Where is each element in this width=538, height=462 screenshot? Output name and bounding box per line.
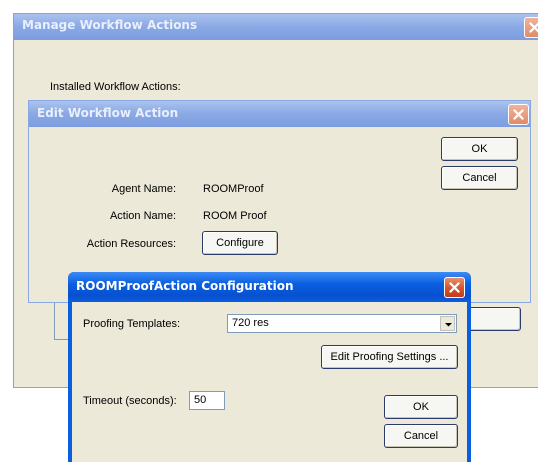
agent-name-value: ROOMProof	[203, 183, 264, 195]
action-name-value: ROOM Proof	[203, 210, 267, 222]
config-cancel-button[interactable]: Cancel	[384, 424, 458, 448]
configure-label: Configure	[216, 237, 264, 249]
manage-window-titlebar: Manage Workflow Actions	[14, 14, 538, 40]
edit-ok-button[interactable]: OK	[441, 137, 518, 161]
roomproof-config-window: ROOMProofAction Configuration Proofing T…	[68, 272, 471, 462]
config-cancel-label: Cancel	[403, 430, 439, 442]
timeout-input[interactable]: 50	[189, 391, 225, 410]
edit-cancel-button[interactable]: Cancel	[441, 166, 518, 190]
config-window-titlebar: ROOMProofAction Configuration	[68, 272, 471, 302]
edit-cancel-label: Cancel	[462, 172, 497, 184]
timeout-value: 50	[194, 394, 207, 406]
config-window-close-button[interactable]	[444, 277, 465, 298]
config-ok-button[interactable]: OK	[384, 395, 458, 419]
close-icon	[529, 22, 538, 33]
config-ok-label: OK	[413, 401, 429, 413]
installed-actions-label: Installed Workflow Actions:	[50, 81, 181, 93]
close-icon	[449, 282, 460, 293]
proofing-templates-value: 720 res	[232, 317, 269, 329]
close-icon	[513, 109, 524, 120]
manage-window-title: Manage Workflow Actions	[22, 18, 198, 32]
proofing-templates-select[interactable]: 720 res	[227, 314, 457, 333]
edit-window-close-button[interactable]	[508, 104, 529, 125]
edit-ok-label: OK	[471, 143, 488, 155]
config-window-body: Proofing Templates: 720 res Edit Proofin…	[72, 302, 467, 462]
edit-proofing-settings-label: Edit Proofing Settings ...	[330, 351, 449, 363]
action-name-label: Action Name:	[109, 210, 176, 222]
action-resources-label: Action Resources:	[86, 238, 176, 250]
proofing-templates-label: Proofing Templates:	[83, 318, 181, 330]
agent-name-label: Agent Name:	[111, 183, 176, 195]
configure-button[interactable]: Configure	[202, 231, 278, 255]
edit-window-title: Edit Workflow Action	[37, 106, 179, 120]
manage-window-close-button[interactable]	[524, 17, 538, 38]
edit-proofing-settings-button[interactable]: Edit Proofing Settings ...	[321, 345, 458, 369]
timeout-label: Timeout (seconds):	[83, 395, 177, 407]
edit-window-titlebar: Edit Workflow Action	[29, 101, 530, 127]
proofing-templates-dropdown-button[interactable]	[440, 316, 455, 331]
chevron-down-icon	[445, 323, 452, 327]
config-window-title: ROOMProofAction Configuration	[76, 279, 294, 293]
